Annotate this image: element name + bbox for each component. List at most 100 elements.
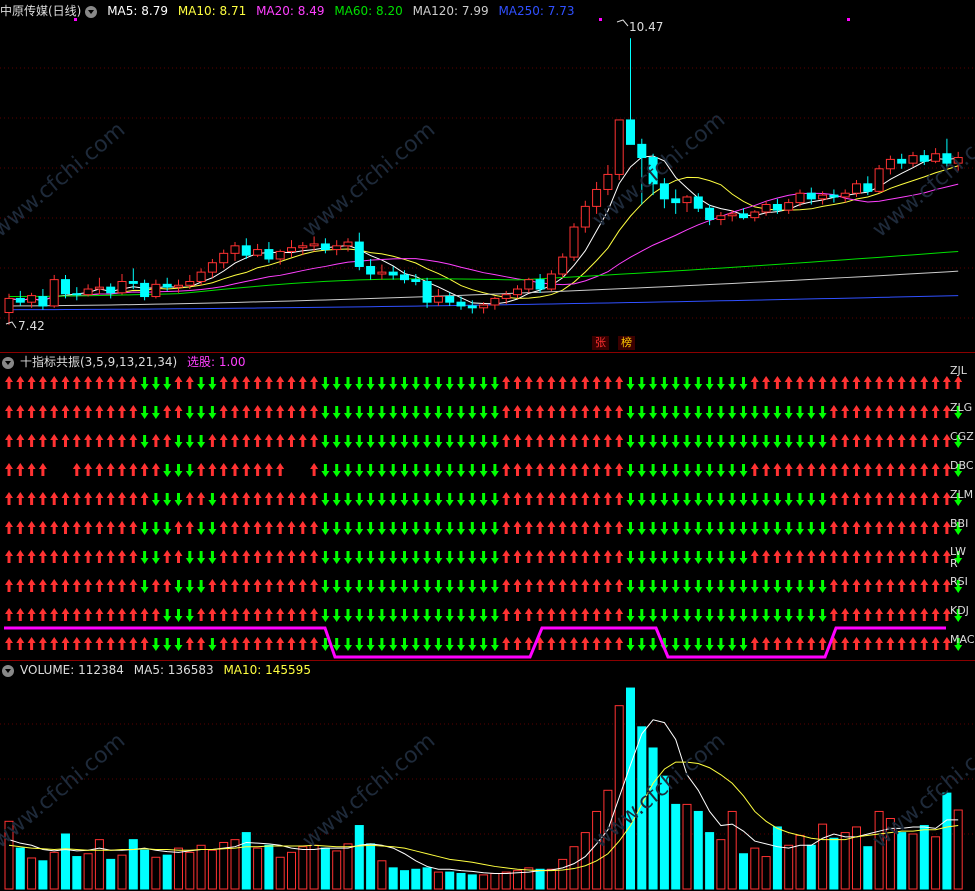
candle-body [614, 119, 624, 175]
up-arrow [897, 492, 906, 505]
up-arrow [897, 521, 906, 534]
down-arrow [705, 464, 714, 477]
down-arrow [739, 522, 748, 535]
up-arrow [253, 637, 262, 650]
down-arrow [637, 522, 646, 535]
up-arrow [570, 550, 578, 563]
down-arrow [637, 377, 646, 390]
dropdown-icon[interactable] [2, 664, 14, 677]
candle-body [524, 279, 534, 290]
up-arrow [615, 550, 624, 563]
up-arrow [287, 579, 296, 592]
up-arrow [570, 434, 578, 447]
up-arrow [219, 579, 228, 592]
down-arrow [660, 435, 669, 448]
up-arrow [909, 608, 917, 621]
dropdown-icon[interactable] [85, 5, 98, 18]
up-arrow [524, 608, 533, 621]
down-arrow [660, 522, 669, 535]
down-arrow [151, 377, 160, 390]
volume-chart[interactable]: www.cfchi.com www.cfchi.com www.cfchi.com w… [0, 679, 975, 891]
down-arrow [366, 464, 375, 477]
down-arrow [208, 522, 217, 535]
up-arrow [863, 405, 872, 418]
volume-bar [671, 803, 681, 890]
candle-body [72, 293, 82, 296]
candle-body [207, 262, 217, 273]
up-arrow [931, 637, 940, 650]
down-arrow [377, 435, 386, 448]
down-arrow [411, 638, 420, 651]
up-arrow [570, 405, 578, 418]
up-arrow [95, 521, 104, 534]
up-arrow [841, 376, 850, 389]
up-arrow [219, 463, 228, 476]
up-arrow [253, 492, 262, 505]
candle-body [546, 273, 556, 290]
down-arrow [457, 406, 465, 419]
up-arrow [151, 434, 160, 447]
up-arrow [118, 550, 126, 563]
candle-body [366, 265, 376, 275]
up-arrow [298, 608, 307, 621]
down-arrow [411, 609, 420, 622]
up-arrow [909, 550, 917, 563]
down-arrow [174, 609, 183, 622]
up-arrow [897, 434, 906, 447]
up-arrow [581, 376, 590, 389]
up-arrow [129, 492, 138, 505]
up-arrow [502, 434, 511, 447]
up-arrow [547, 492, 556, 505]
up-arrow [72, 376, 81, 389]
down-arrow [818, 609, 827, 622]
indicator-row-label: ZLG [950, 401, 973, 414]
rank-tag[interactable]: 榜 [618, 336, 635, 350]
up-arrow [38, 608, 47, 621]
down-arrow [649, 609, 658, 622]
down-arrow [411, 435, 420, 448]
up-arrow [615, 434, 624, 447]
up-arrow [581, 579, 590, 592]
down-arrow [490, 406, 499, 419]
down-arrow [637, 609, 646, 622]
down-arrow [671, 377, 680, 390]
volume-bar [106, 858, 116, 890]
down-arrow [649, 580, 658, 593]
up-arrow [841, 492, 850, 505]
candle-body [727, 213, 737, 217]
up-arrow [106, 550, 115, 563]
dropdown-icon[interactable] [2, 356, 14, 369]
volume-bar [863, 846, 873, 890]
down-arrow [479, 638, 488, 651]
up-arrow [852, 521, 861, 534]
down-arrow [807, 522, 816, 535]
candle-body [411, 279, 421, 283]
down-arrow [626, 406, 635, 419]
down-arrow [637, 580, 646, 593]
candle-body [513, 288, 522, 296]
up-arrow [592, 434, 601, 447]
up-arrow [276, 434, 285, 447]
up-arrow [61, 521, 70, 534]
down-arrow [366, 638, 375, 651]
up-arrow [502, 376, 511, 389]
up-arrow [920, 463, 929, 476]
up-arrow [524, 376, 533, 389]
down-arrow [366, 551, 375, 564]
candle-body [287, 247, 296, 252]
up-arrow [886, 550, 895, 563]
high-label: 10.47 [629, 20, 664, 34]
down-arrow [163, 522, 172, 535]
down-arrow [163, 493, 172, 506]
price-chart[interactable]: www.cfchi.com www.cfchi.com www.cfchi.com w… [0, 18, 975, 353]
candle-body [716, 215, 726, 221]
up-arrow [27, 405, 36, 418]
limit-up-tag[interactable]: 张 [592, 336, 609, 350]
up-arrow [27, 521, 36, 534]
down-arrow [490, 522, 499, 535]
up-arrow [95, 608, 104, 621]
indicator-chart[interactable] [0, 370, 975, 660]
up-arrow [95, 376, 104, 389]
volume-bar [897, 832, 907, 890]
up-arrow [502, 521, 511, 534]
